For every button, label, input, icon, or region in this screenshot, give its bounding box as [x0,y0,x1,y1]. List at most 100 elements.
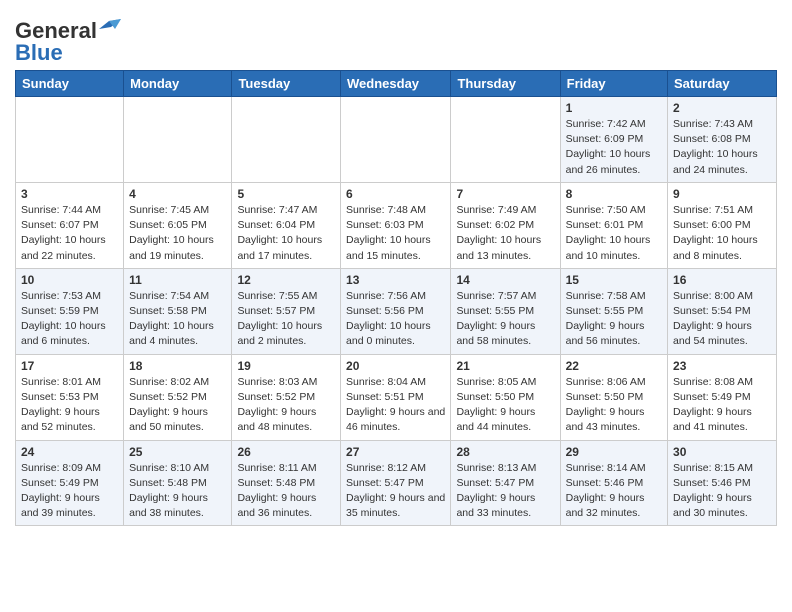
calendar-table: SundayMondayTuesdayWednesdayThursdayFrid… [15,70,777,526]
day-info: Sunrise: 8:08 AM Sunset: 5:49 PM Dayligh… [673,375,771,436]
calendar-cell [16,97,124,183]
day-number: 21 [456,359,554,373]
day-info: Sunrise: 8:13 AM Sunset: 5:47 PM Dayligh… [456,461,554,522]
day-info: Sunrise: 7:44 AM Sunset: 6:07 PM Dayligh… [21,203,118,264]
day-info: Sunrise: 7:48 AM Sunset: 6:03 PM Dayligh… [346,203,445,264]
day-header-saturday: Saturday [668,71,777,97]
calendar-cell: 30 Sunrise: 8:15 AM Sunset: 5:46 PM Dayli… [668,440,777,526]
calendar-cell: 6Sunrise: 7:48 AM Sunset: 6:03 PM Daylig… [341,182,451,268]
day-info: Sunrise: 8:09 AM Sunset: 5:49 PM Dayligh… [21,461,118,522]
day-number: 7 [456,187,554,201]
day-info: Sunrise: 7:43 AM Sunset: 6:08 PM Dayligh… [673,117,771,178]
calendar-cell: 17Sunrise: 8:01 AM Sunset: 5:53 PM Dayli… [16,354,124,440]
week-row-2: 3 Sunrise: 7:44 AM Sunset: 6:07 PM Daylig… [16,182,777,268]
day-header-friday: Friday [560,71,667,97]
calendar-cell [124,97,232,183]
day-info: Sunrise: 8:05 AM Sunset: 5:50 PM Dayligh… [456,375,554,436]
day-info: Sunrise: 8:12 AM Sunset: 5:47 PM Dayligh… [346,461,445,522]
day-number: 4 [129,187,226,201]
day-info: Sunrise: 8:04 AM Sunset: 5:51 PM Dayligh… [346,375,445,436]
day-info: Sunrise: 8:14 AM Sunset: 5:46 PM Dayligh… [566,461,662,522]
calendar-cell: 20 Sunrise: 8:04 AM Sunset: 5:51 PM Dayli… [341,354,451,440]
day-number: 9 [673,187,771,201]
day-header-thursday: Thursday [451,71,560,97]
day-info: Sunrise: 8:03 AM Sunset: 5:52 PM Dayligh… [237,375,335,436]
week-row-4: 17Sunrise: 8:01 AM Sunset: 5:53 PM Dayli… [16,354,777,440]
day-number: 25 [129,445,226,459]
day-number: 3 [21,187,118,201]
calendar-cell: 5 Sunrise: 7:47 AM Sunset: 6:04 PM Daylig… [232,182,341,268]
calendar-cell: 14Sunrise: 7:57 AM Sunset: 5:55 PM Dayli… [451,268,560,354]
calendar-cell: 19 Sunrise: 8:03 AM Sunset: 5:52 PM Dayli… [232,354,341,440]
calendar-cell: 11 Sunrise: 7:54 AM Sunset: 5:58 PM Dayli… [124,268,232,354]
calendar-cell: 28 Sunrise: 8:13 AM Sunset: 5:47 PM Dayli… [451,440,560,526]
day-info: Sunrise: 7:45 AM Sunset: 6:05 PM Dayligh… [129,203,226,264]
calendar-cell: 25 Sunrise: 8:10 AM Sunset: 5:48 PM Dayli… [124,440,232,526]
page-header: General Blue [15,10,777,66]
calendar-cell: 2 Sunrise: 7:43 AM Sunset: 6:08 PM Daylig… [668,97,777,183]
day-number: 18 [129,359,226,373]
day-number: 5 [237,187,335,201]
day-info: Sunrise: 8:02 AM Sunset: 5:52 PM Dayligh… [129,375,226,436]
logo: General Blue [15,18,121,66]
calendar-cell: 1 Sunrise: 7:42 AM Sunset: 6:09 PM Daylig… [560,97,667,183]
day-info: Sunrise: 8:10 AM Sunset: 5:48 PM Dayligh… [129,461,226,522]
day-header-sunday: Sunday [16,71,124,97]
day-info: Sunrise: 8:06 AM Sunset: 5:50 PM Dayligh… [566,375,662,436]
calendar-cell: 3 Sunrise: 7:44 AM Sunset: 6:07 PM Daylig… [16,182,124,268]
calendar-cell: 10Sunrise: 7:53 AM Sunset: 5:59 PM Dayli… [16,268,124,354]
day-number: 30 [673,445,771,459]
calendar-cell: 13Sunrise: 7:56 AM Sunset: 5:56 PM Dayli… [341,268,451,354]
calendar-cell: 26 Sunrise: 8:11 AM Sunset: 5:48 PM Dayli… [232,440,341,526]
day-info: Sunrise: 8:00 AM Sunset: 5:54 PM Dayligh… [673,289,771,350]
week-row-3: 10Sunrise: 7:53 AM Sunset: 5:59 PM Dayli… [16,268,777,354]
day-number: 22 [566,359,662,373]
day-number: 2 [673,101,771,115]
day-number: 12 [237,273,335,287]
day-number: 16 [673,273,771,287]
day-number: 8 [566,187,662,201]
day-info: Sunrise: 7:53 AM Sunset: 5:59 PM Dayligh… [21,289,118,350]
day-number: 24 [21,445,118,459]
calendar-cell: 15Sunrise: 7:58 AM Sunset: 5:55 PM Dayli… [560,268,667,354]
day-info: Sunrise: 7:42 AM Sunset: 6:09 PM Dayligh… [566,117,662,178]
calendar-cell: 29 Sunrise: 8:14 AM Sunset: 5:46 PM Dayli… [560,440,667,526]
calendar-cell: 16 Sunrise: 8:00 AM Sunset: 5:54 PM Dayli… [668,268,777,354]
day-number: 26 [237,445,335,459]
calendar-header-row: SundayMondayTuesdayWednesdayThursdayFrid… [16,71,777,97]
day-number: 17 [21,359,118,373]
day-info: Sunrise: 8:11 AM Sunset: 5:48 PM Dayligh… [237,461,335,522]
day-info: Sunrise: 7:54 AM Sunset: 5:58 PM Dayligh… [129,289,226,350]
day-number: 23 [673,359,771,373]
calendar-cell: 7 Sunrise: 7:49 AM Sunset: 6:02 PM Daylig… [451,182,560,268]
day-number: 20 [346,359,445,373]
day-number: 15 [566,273,662,287]
day-number: 29 [566,445,662,459]
day-info: Sunrise: 7:50 AM Sunset: 6:01 PM Dayligh… [566,203,662,264]
calendar-cell: 12 Sunrise: 7:55 AM Sunset: 5:57 PM Dayli… [232,268,341,354]
week-row-1: 1 Sunrise: 7:42 AM Sunset: 6:09 PM Daylig… [16,97,777,183]
week-row-5: 24 Sunrise: 8:09 AM Sunset: 5:49 PM Dayli… [16,440,777,526]
calendar-cell [341,97,451,183]
calendar-cell [232,97,341,183]
day-info: Sunrise: 8:15 AM Sunset: 5:46 PM Dayligh… [673,461,771,522]
logo-blue: Blue [15,40,63,66]
day-info: Sunrise: 7:49 AM Sunset: 6:02 PM Dayligh… [456,203,554,264]
day-number: 27 [346,445,445,459]
day-header-wednesday: Wednesday [341,71,451,97]
day-number: 28 [456,445,554,459]
logo-bird-icon [99,19,121,37]
calendar-cell: 27 Sunrise: 8:12 AM Sunset: 5:47 PM Dayli… [341,440,451,526]
day-info: Sunrise: 7:57 AM Sunset: 5:55 PM Dayligh… [456,289,554,350]
day-header-tuesday: Tuesday [232,71,341,97]
day-info: Sunrise: 7:55 AM Sunset: 5:57 PM Dayligh… [237,289,335,350]
day-number: 11 [129,273,226,287]
calendar-cell [451,97,560,183]
day-number: 19 [237,359,335,373]
calendar-cell: 9 Sunrise: 7:51 AM Sunset: 6:00 PM Daylig… [668,182,777,268]
calendar-cell: 24 Sunrise: 8:09 AM Sunset: 5:49 PM Dayli… [16,440,124,526]
day-number: 1 [566,101,662,115]
day-header-monday: Monday [124,71,232,97]
day-info: Sunrise: 7:51 AM Sunset: 6:00 PM Dayligh… [673,203,771,264]
day-info: Sunrise: 7:47 AM Sunset: 6:04 PM Dayligh… [237,203,335,264]
